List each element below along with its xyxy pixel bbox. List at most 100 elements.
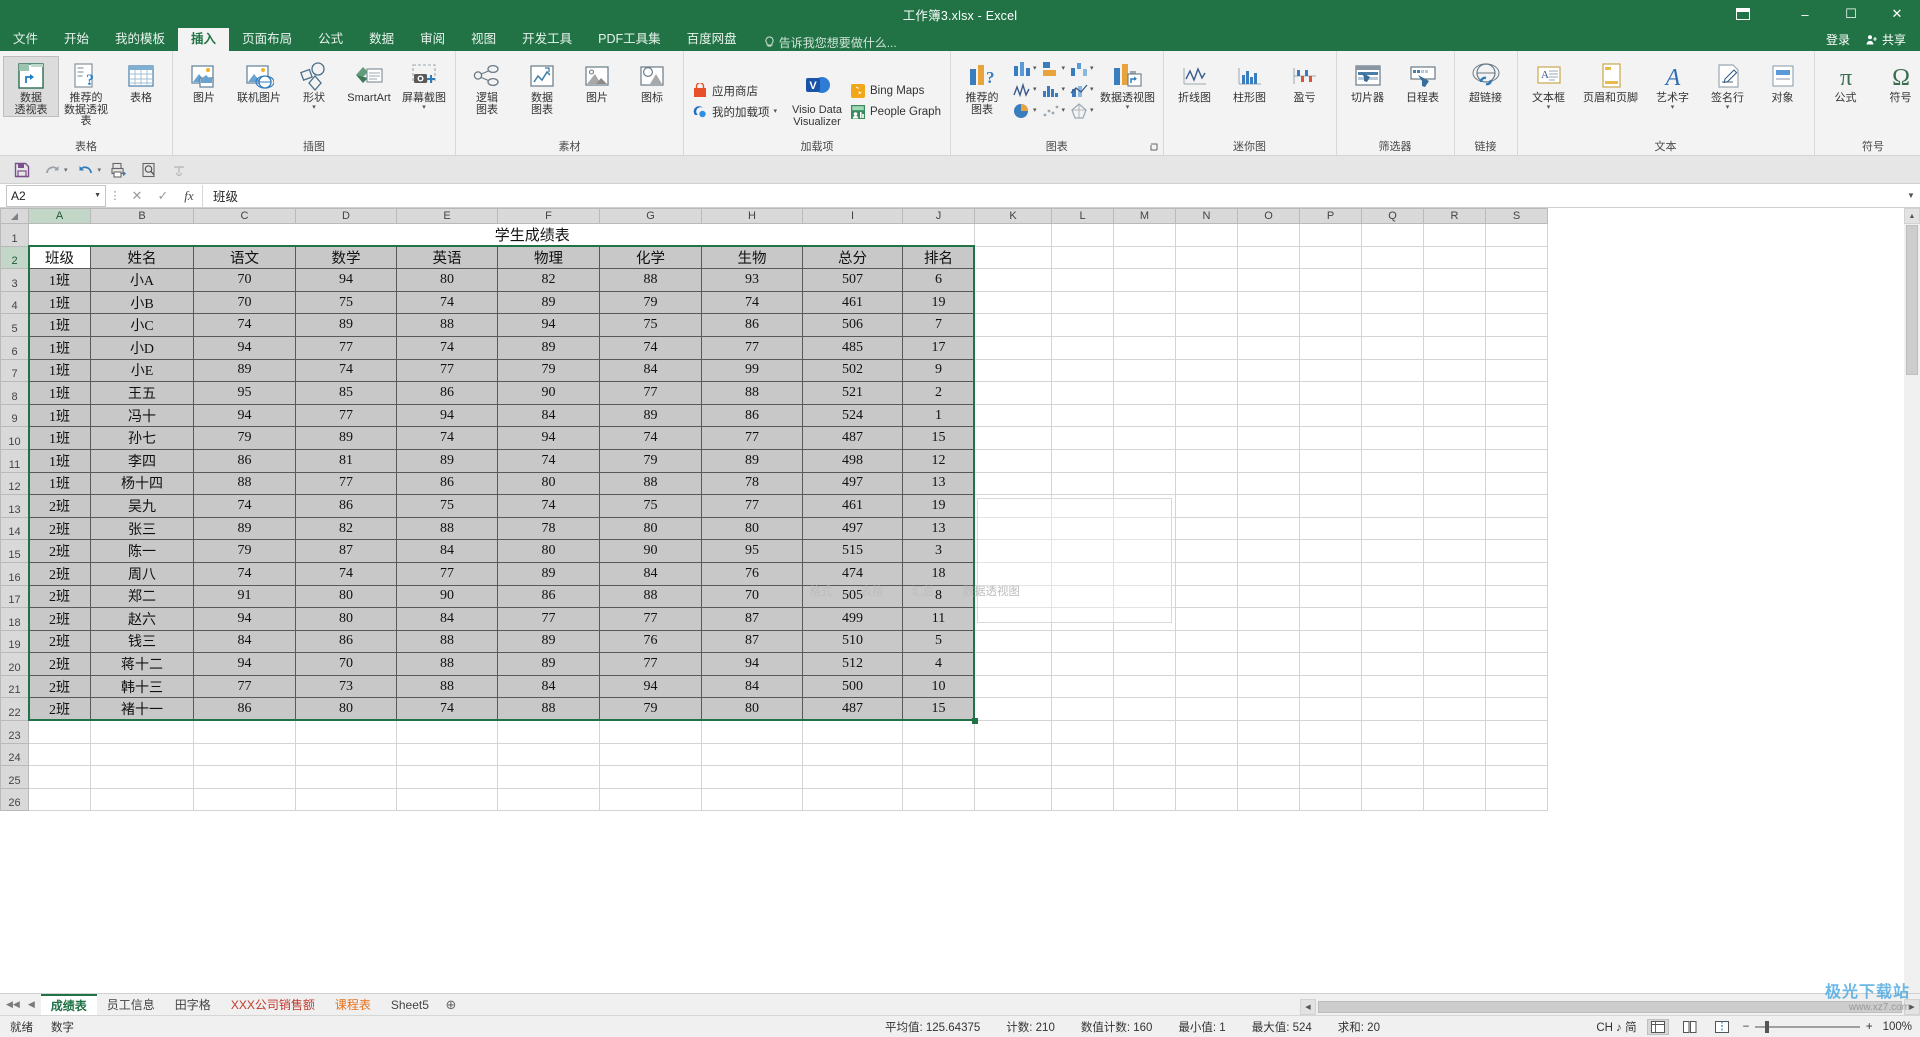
sheet-tab-xxx-sales[interactable]: XXX公司销售额 [221,994,325,1016]
cell-G2[interactable]: 化学 [599,245,702,270]
cell-P7[interactable] [1299,358,1362,383]
cell-I11[interactable]: 498 [802,448,903,473]
tab-review[interactable]: 审阅 [407,28,458,51]
cell-I26[interactable] [802,787,903,812]
cell-D9[interactable]: 77 [295,403,397,428]
cell-P1[interactable] [1299,223,1362,247]
cell-A21[interactable]: 2班 [28,674,91,699]
cell-J8[interactable]: 2 [902,381,975,405]
redo-caret-icon[interactable]: ▾ [64,166,68,174]
sparkline-line-button[interactable]: 折线图 [1168,57,1222,105]
cell-E7[interactable]: 77 [396,358,498,383]
cell-L8[interactable] [1051,381,1114,405]
cell-B25[interactable] [90,765,194,789]
cell-D16[interactable]: 74 [295,561,397,586]
cell-R8[interactable] [1423,381,1486,405]
cell-M7[interactable] [1113,358,1176,383]
cell-M12[interactable] [1113,471,1176,496]
cell-L5[interactable] [1051,313,1114,337]
tell-me-box[interactable]: 告诉我您想要做什么... [764,34,897,51]
scroll-up-arrow[interactable]: ▲ [1904,208,1920,224]
sheet-nav-first-icon[interactable]: ◀◀ [6,999,20,1010]
row-header-11[interactable]: 11 [0,448,29,473]
cell-N12[interactable] [1175,471,1238,496]
cell-F16[interactable]: 89 [497,561,600,586]
cell-I2[interactable]: 总分 [802,245,903,270]
cell-A22[interactable]: 2班 [28,697,91,722]
cell-B3[interactable]: 小A [90,268,194,292]
print-icon[interactable] [105,159,133,181]
tab-developer[interactable]: 开发工具 [509,28,585,51]
cell-K6[interactable] [974,335,1052,360]
cell-H9[interactable]: 86 [701,403,803,428]
cell-K1[interactable] [974,223,1052,247]
cell-E14[interactable]: 88 [396,516,498,541]
cell-A14[interactable]: 2班 [28,516,91,541]
cell-S17[interactable] [1485,584,1548,609]
shapes-caret-icon[interactable]: ▾ [312,104,316,111]
cell-F26[interactable] [497,787,600,812]
cell-S10[interactable] [1485,426,1548,450]
sheet-tab-kechengbiao[interactable]: 课程表 [325,994,381,1016]
cell-I22[interactable]: 487 [802,697,903,722]
cell-H17[interactable]: 70 [701,584,803,609]
cell-N9[interactable] [1175,403,1238,428]
sheet-tab-sheet5[interactable]: Sheet5 [381,994,439,1016]
cell-B6[interactable]: 小D [90,335,194,360]
cell-A15[interactable]: 2班 [28,539,91,563]
selection-fill-handle[interactable] [971,717,978,724]
enter-icon[interactable]: ✓ [150,188,176,204]
cell-J23[interactable] [902,720,975,744]
cell-H22[interactable]: 80 [701,697,803,722]
row-header-3[interactable]: 3 [0,268,29,292]
data-chart-button[interactable]: 数据 图表 [515,57,569,116]
row-header-5[interactable]: 5 [0,313,29,337]
bar-chart-button[interactable]: ▾ [1039,59,1068,79]
cell-J12[interactable]: 13 [902,471,975,496]
cell-P4[interactable] [1299,290,1362,315]
line-chart-button[interactable]: ▾ [1010,80,1039,100]
cell-L25[interactable] [1051,765,1114,789]
cell-Q20[interactable] [1361,652,1424,676]
cell-I20[interactable]: 512 [802,652,903,676]
cell-F8[interactable]: 90 [497,381,600,405]
cell-G17[interactable]: 88 [599,584,702,609]
visio-data-visualizer-button[interactable]: V Visio Data Visualizer [789,69,845,128]
cell-G18[interactable]: 77 [599,607,702,631]
vertical-scroll-thumb[interactable] [1906,225,1918,375]
cell-F11[interactable]: 74 [497,448,600,473]
cell-O9[interactable] [1237,403,1300,428]
cell-J25[interactable] [902,765,975,789]
cell-D4[interactable]: 75 [295,290,397,315]
save-icon[interactable] [8,159,36,181]
cell-C12[interactable]: 88 [193,471,296,496]
cell-K8[interactable] [974,381,1052,405]
cell-I16[interactable]: 474 [802,561,903,586]
cell-N8[interactable] [1175,381,1238,405]
cell-A12[interactable]: 1班 [28,471,91,496]
cell-K12[interactable] [974,471,1052,496]
column-header-P[interactable]: P [1299,208,1362,224]
tab-insert[interactable]: 插入 [178,28,230,51]
cell-E15[interactable]: 84 [396,539,498,563]
cell-S2[interactable] [1485,245,1548,270]
cell-C13[interactable]: 74 [193,494,296,518]
cell-A11[interactable]: 1班 [28,448,91,473]
cell-I21[interactable]: 500 [802,674,903,699]
cell-H13[interactable]: 77 [701,494,803,518]
cell-P8[interactable] [1299,381,1362,405]
cell-C6[interactable]: 94 [193,335,296,360]
cell-C16[interactable]: 74 [193,561,296,586]
cell-E20[interactable]: 88 [396,652,498,676]
cell-K23[interactable] [974,720,1052,744]
table-button[interactable]: 表格 [114,57,168,105]
cell-R9[interactable] [1423,403,1486,428]
formula-bar-expand-icon[interactable]: ▼ [1902,191,1920,200]
cell-N13[interactable] [1175,494,1238,518]
cell-C7[interactable]: 89 [193,358,296,383]
row-header-6[interactable]: 6 [0,335,29,360]
zoom-out-button[interactable]: − [1743,1021,1750,1033]
cell-Q24[interactable] [1361,742,1424,767]
name-box[interactable]: A2 ▼ [6,184,106,207]
column-header-I[interactable]: I [802,208,903,224]
